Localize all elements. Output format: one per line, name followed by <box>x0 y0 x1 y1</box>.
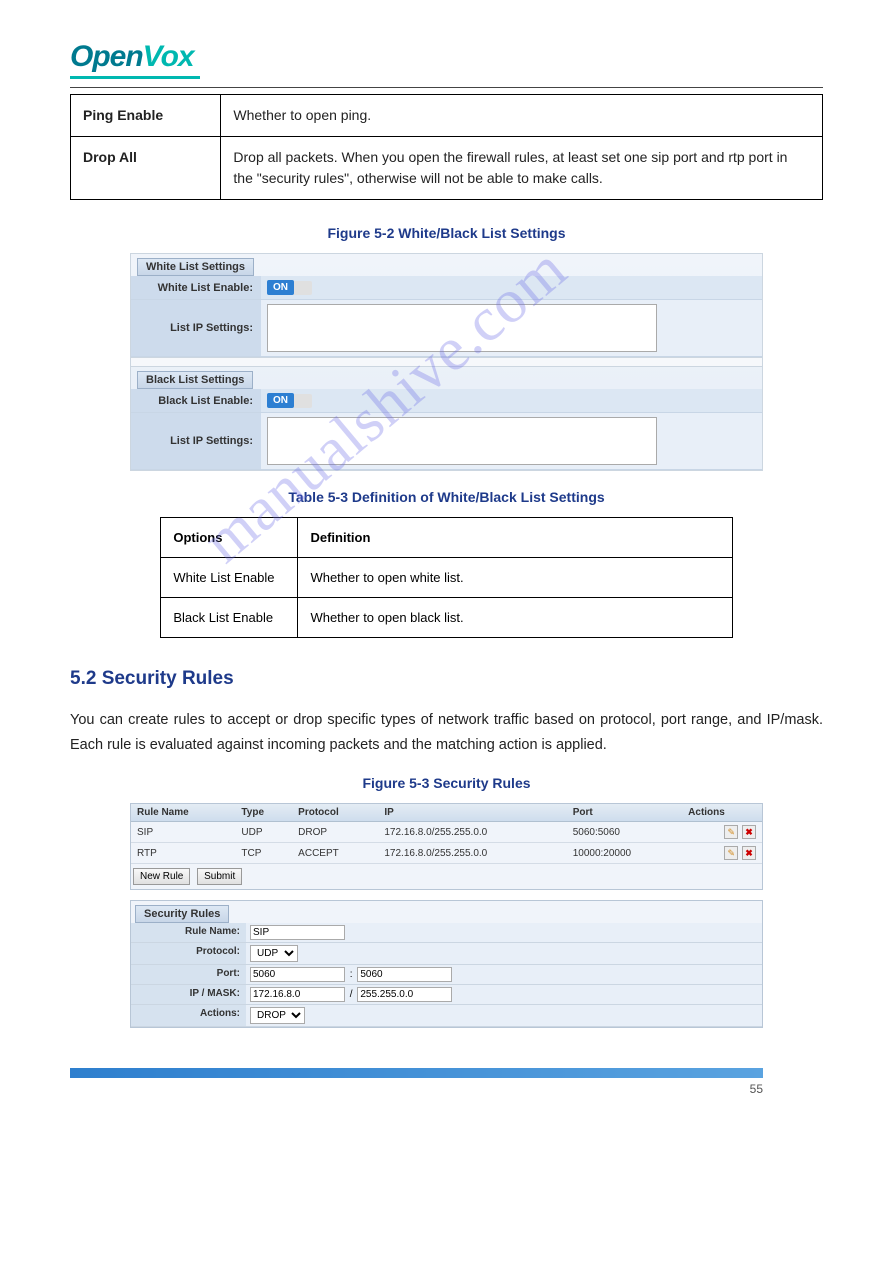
new-rule-button[interactable]: New Rule <box>133 868 190 885</box>
logo-part1: Open <box>70 40 143 73</box>
def-desc: Whether to open ping. <box>221 95 823 137</box>
logo-part2: Vox <box>143 40 194 73</box>
opt-cell: White List Enable <box>161 558 298 598</box>
delete-icon[interactable]: ✖ <box>742 825 756 839</box>
ipmask-label: IP / MASK: <box>131 985 246 1004</box>
whitelist-ip-textarea[interactable] <box>267 304 657 352</box>
table-row: Drop All Drop all packets. When you open… <box>71 137 823 200</box>
cell-name: SIP <box>131 822 235 843</box>
blacklist-ip-label: List IP Settings: <box>131 413 261 469</box>
def-label: Drop All <box>71 137 221 200</box>
delete-icon[interactable]: ✖ <box>742 846 756 860</box>
col-type: Type <box>235 804 292 822</box>
opt-cell: Black List Enable <box>161 598 298 638</box>
cell-type: UDP <box>235 822 292 843</box>
table-row: Black List Enable Whether to open black … <box>161 598 732 638</box>
def-cell: Whether to open white list. <box>298 558 732 598</box>
col-rule-name: Rule Name <box>131 804 235 822</box>
col-actions: Actions <box>682 804 762 822</box>
header-options: Options <box>161 518 298 558</box>
cell-ip: 172.16.8.0/255.255.0.0 <box>378 822 566 843</box>
whitelist-ip-label: List IP Settings: <box>131 300 261 356</box>
table-row: White List Enable Whether to open white … <box>161 558 732 598</box>
definition-table-top: Ping Enable Whether to open ping. Drop A… <box>70 94 823 200</box>
port-label: Port: <box>131 965 246 984</box>
def-cell: Whether to open black list. <box>298 598 732 638</box>
col-port: Port <box>567 804 682 822</box>
mask-input[interactable] <box>357 987 452 1002</box>
blacklist-ip-textarea[interactable] <box>267 417 657 465</box>
port-sep: : <box>350 969 353 980</box>
figure-caption: Figure 5-3 Security Rules <box>70 775 823 791</box>
port-from-input[interactable] <box>250 967 345 982</box>
edit-icon[interactable]: ✎ <box>724 846 738 860</box>
page-number: 55 <box>70 1082 763 1096</box>
whitelist-tab[interactable]: White List Settings <box>137 258 254 276</box>
toggle-track[interactable] <box>292 394 312 408</box>
port-to-input[interactable] <box>357 967 452 982</box>
blacklist-tab[interactable]: Black List Settings <box>137 371 253 389</box>
rules-table-wrap: Rule Name Type Protocol IP Port Actions … <box>130 803 763 890</box>
col-ip: IP <box>378 804 566 822</box>
actions-label: Actions: <box>131 1005 246 1026</box>
mask-sep: / <box>350 989 353 1000</box>
cell-proto: ACCEPT <box>292 843 378 864</box>
table-row: Ping Enable Whether to open ping. <box>71 95 823 137</box>
toggle-track[interactable] <box>292 281 312 295</box>
whiteblack-panel: White List Settings White List Enable: O… <box>130 253 763 471</box>
rule-name-input[interactable] <box>250 925 345 940</box>
cell-name: RTP <box>131 843 235 864</box>
blacklist-enable-label: Black List Enable: <box>131 389 261 412</box>
figure-caption: Figure 5-2 White/Black List Settings <box>70 225 823 241</box>
cell-type: TCP <box>235 843 292 864</box>
cell-port: 10000:20000 <box>567 843 682 864</box>
cell-proto: DROP <box>292 822 378 843</box>
logo: OpenVox <box>70 40 823 79</box>
definition-table-5-3: Options Definition White List Enable Whe… <box>160 517 732 638</box>
protocol-label: Protocol: <box>131 943 246 964</box>
section-heading: 5.2 Security Rules <box>70 668 823 690</box>
security-rules-tab[interactable]: Security Rules <box>135 905 229 923</box>
logo-underline <box>70 76 200 79</box>
submit-button[interactable]: Submit <box>197 868 242 885</box>
header-divider <box>70 87 823 88</box>
security-rules-form: Security Rules Rule Name: Protocol: UDP … <box>130 900 763 1028</box>
protocol-select[interactable]: UDP <box>250 945 298 962</box>
actions-select[interactable]: DROP <box>250 1007 305 1024</box>
blacklist-toggle[interactable]: ON <box>267 393 294 408</box>
col-protocol: Protocol <box>292 804 378 822</box>
rules-row: RTP TCP ACCEPT 172.16.8.0/255.255.0.0 10… <box>131 843 762 864</box>
def-label: Ping Enable <box>71 95 221 137</box>
rules-row: SIP UDP DROP 172.16.8.0/255.255.0.0 5060… <box>131 822 762 843</box>
edit-icon[interactable]: ✎ <box>724 825 738 839</box>
whitelist-enable-label: White List Enable: <box>131 276 261 299</box>
body-paragraph: You can create rules to accept or drop s… <box>70 708 823 757</box>
cell-port: 5060:5060 <box>567 822 682 843</box>
rule-name-label: Rule Name: <box>131 923 246 942</box>
page-container: manualshive.com OpenVox Ping Enable Whet… <box>0 0 893 1146</box>
header-definition: Definition <box>298 518 732 558</box>
table-header-row: Options Definition <box>161 518 732 558</box>
ip-input[interactable] <box>250 987 345 1002</box>
rules-table: Rule Name Type Protocol IP Port Actions … <box>131 804 762 864</box>
whitelist-toggle[interactable]: ON <box>267 280 294 295</box>
def-desc: Drop all packets. When you open the fire… <box>221 137 823 200</box>
cell-ip: 172.16.8.0/255.255.0.0 <box>378 843 566 864</box>
rules-header-row: Rule Name Type Protocol IP Port Actions <box>131 804 762 822</box>
footer-bar <box>70 1068 763 1078</box>
table-caption: Table 5-3 Definition of White/Black List… <box>70 489 823 505</box>
